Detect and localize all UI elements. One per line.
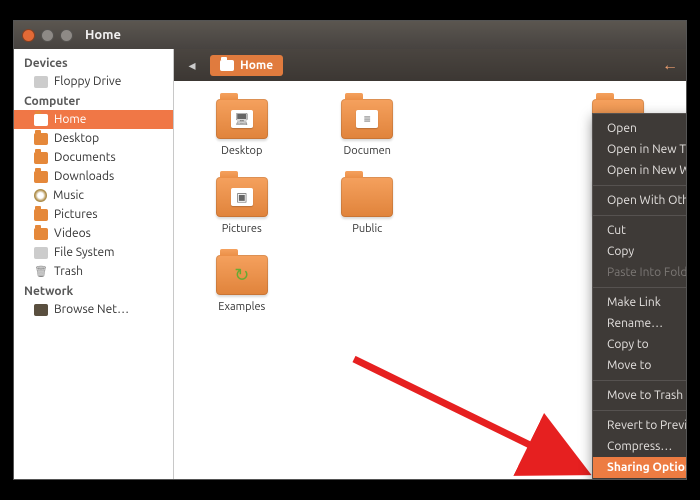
- sidebar-heading-devices: Devices: [14, 53, 173, 72]
- maximize-icon[interactable]: [60, 29, 73, 42]
- separator: [593, 215, 687, 216]
- home-folder-icon: [34, 114, 48, 126]
- sidebar-item-trash[interactable]: 🗑 Trash: [14, 262, 173, 281]
- sidebar: Devices Floppy Drive Computer Home Deskt…: [14, 49, 174, 479]
- ctx-open-new-tab[interactable]: Open in New Tab: [593, 139, 687, 160]
- titlebar: Home: [14, 21, 686, 49]
- sidebar-item-label: Documents: [54, 151, 116, 164]
- ctx-send-to[interactable]: Send To…: [593, 478, 687, 480]
- nav-back-icon[interactable]: ◂: [182, 55, 202, 75]
- folder-icon: [34, 209, 48, 221]
- separator: [593, 185, 687, 186]
- ctx-compress[interactable]: Compress…: [593, 436, 687, 457]
- context-menu: Open Open in New Tab Open in New Window …: [592, 113, 687, 480]
- separator: [593, 380, 687, 381]
- sidebar-item-pictures[interactable]: Pictures: [14, 205, 173, 224]
- music-icon: [34, 189, 47, 202]
- sidebar-item-filesystem[interactable]: File System: [14, 243, 173, 262]
- ctx-make-link[interactable]: Make Link: [593, 292, 687, 313]
- breadcrumb-label: Home: [240, 59, 273, 72]
- folder-label: Pictures: [222, 223, 262, 235]
- folder-icon: [34, 152, 48, 164]
- sidebar-item-label: Floppy Drive: [54, 75, 121, 88]
- folder-icon: ≡: [341, 99, 393, 139]
- nav-forward-icon[interactable]: ←: [662, 56, 678, 75]
- sidebar-item-downloads[interactable]: Downloads: [14, 167, 173, 186]
- ctx-open-with-other[interactable]: Open With Other Application…: [593, 190, 687, 211]
- folder-icon: [34, 133, 48, 145]
- ctx-open[interactable]: Open: [593, 118, 687, 139]
- folder-icon: [34, 171, 48, 183]
- ctx-rename[interactable]: Rename…: [593, 313, 687, 334]
- folder-desktop[interactable]: 🖥 Desktop: [184, 99, 300, 157]
- ctx-cut[interactable]: Cut: [593, 220, 687, 241]
- folder-label: Public: [352, 223, 382, 235]
- sidebar-item-documents[interactable]: Documents: [14, 148, 173, 167]
- ctx-move-to[interactable]: Move to: [593, 355, 687, 376]
- separator: [593, 287, 687, 288]
- folder-icon: [34, 228, 48, 240]
- sidebar-item-label: Pictures: [54, 208, 98, 221]
- folder-label: Documen: [344, 145, 391, 157]
- folder-icon: ▣: [216, 177, 268, 217]
- ctx-copy-to[interactable]: Copy to: [593, 334, 687, 355]
- close-icon[interactable]: [22, 29, 35, 42]
- sidebar-item-floppy-drive[interactable]: Floppy Drive: [14, 72, 173, 91]
- trash-icon: 🗑: [34, 266, 48, 278]
- sidebar-item-label: Videos: [54, 227, 91, 240]
- file-manager-window: Home Devices Floppy Drive Computer Home …: [13, 20, 687, 480]
- path-toolbar: ◂ Home ←: [174, 49, 686, 81]
- sidebar-item-label: Music: [53, 189, 84, 202]
- sidebar-item-label: Home: [54, 113, 86, 126]
- ctx-paste-into-folder: Paste Into Folder: [593, 262, 687, 283]
- ctx-open-new-window[interactable]: Open in New Window: [593, 160, 687, 181]
- folder-pictures[interactable]: ▣ Pictures: [184, 177, 300, 235]
- folder-examples[interactable]: ↻ Examples: [184, 255, 300, 313]
- sidebar-item-desktop[interactable]: Desktop: [14, 129, 173, 148]
- network-icon: [34, 304, 48, 316]
- main-pane: ◂ Home ← 🖥 Desktop ≡ Documen: [174, 49, 686, 479]
- breadcrumb-home[interactable]: Home: [210, 55, 283, 76]
- separator: [593, 410, 687, 411]
- sidebar-item-browse-network[interactable]: Browse Net…: [14, 300, 173, 319]
- folder-icon: [341, 177, 393, 217]
- content-area: Devices Floppy Drive Computer Home Deskt…: [14, 49, 686, 479]
- minimize-icon[interactable]: [41, 29, 54, 42]
- sidebar-heading-computer: Computer: [14, 91, 173, 110]
- folder-label: Examples: [218, 301, 265, 313]
- sidebar-item-music[interactable]: Music: [14, 186, 173, 205]
- sidebar-item-label: Trash: [54, 265, 83, 278]
- ctx-sharing-options[interactable]: Sharing Options: [593, 457, 687, 478]
- window-title: Home: [85, 28, 121, 42]
- folder-icon: ↻: [216, 255, 268, 295]
- ctx-copy[interactable]: Copy: [593, 241, 687, 262]
- folder-icon: 🖥: [216, 99, 268, 139]
- ctx-move-to-trash[interactable]: Move to Trash: [593, 385, 687, 406]
- drive-icon: [34, 76, 48, 88]
- sidebar-item-label: Browse Net…: [54, 303, 129, 316]
- folder-label: Desktop: [221, 145, 262, 157]
- drive-icon: [34, 247, 48, 259]
- folder-documents[interactable]: ≡ Documen: [310, 99, 426, 157]
- sidebar-heading-network: Network: [14, 281, 173, 300]
- sidebar-item-label: File System: [54, 246, 115, 259]
- sidebar-item-home[interactable]: Home: [14, 110, 173, 129]
- sidebar-item-label: Downloads: [54, 170, 114, 183]
- ctx-revert[interactable]: Revert to Previous Version…: [593, 415, 687, 436]
- sidebar-item-label: Desktop: [54, 132, 99, 145]
- sidebar-item-videos[interactable]: Videos: [14, 224, 173, 243]
- folder-icon: [220, 60, 234, 71]
- folder-public[interactable]: Public: [310, 177, 426, 235]
